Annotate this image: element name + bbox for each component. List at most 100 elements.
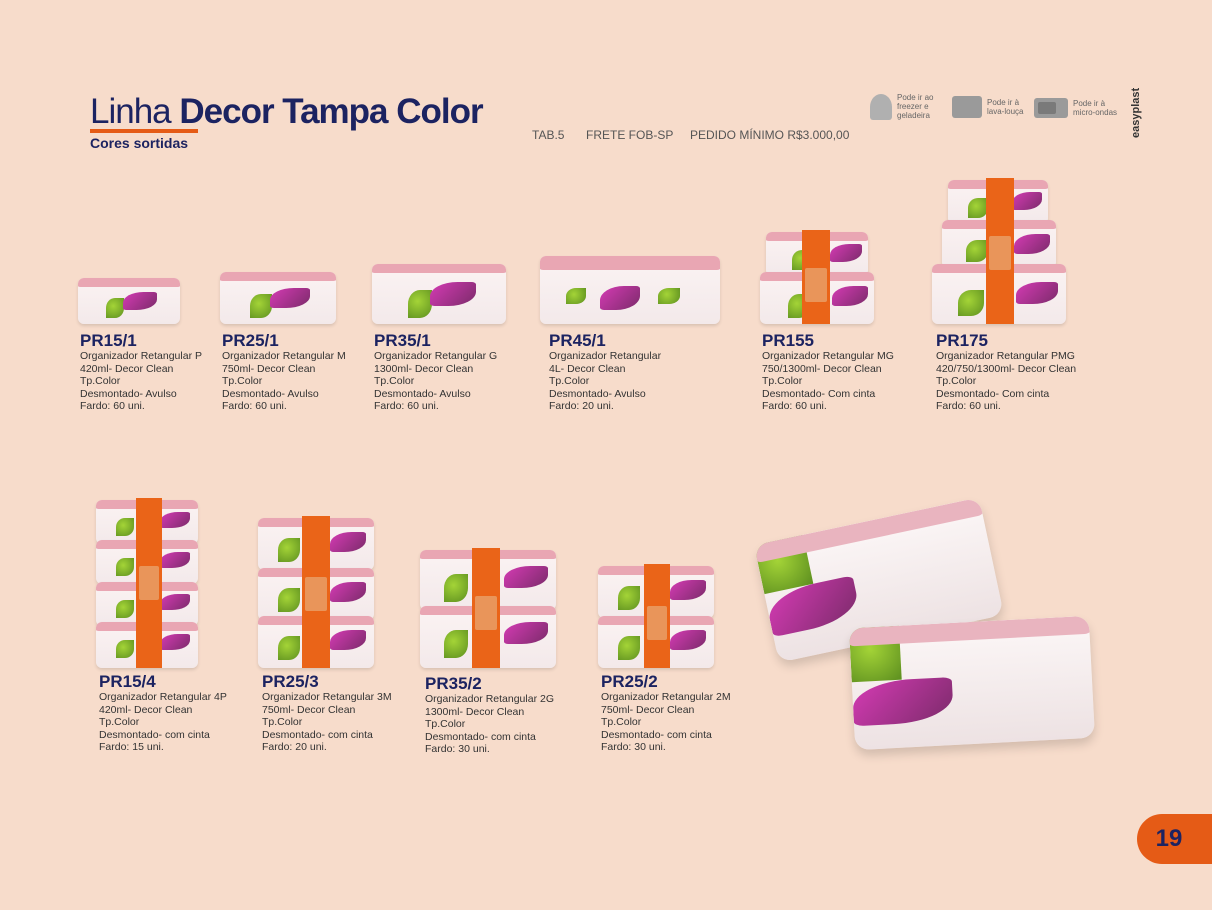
product-code: PR15/4 [99,672,156,691]
feature-dishwasher-line1: Pode ir à [987,98,1020,107]
feature-microwave: Pode ir à micro-ondas [1034,98,1125,118]
product-desc-line: Organizador Retangular 4P [99,691,227,703]
product-image-pr45-1 [540,256,720,324]
product-desc-line: Organizador Retangular P [80,350,202,362]
product-desc-line: Organizador Retangular 2M [601,691,731,703]
product-code: PR15/1 [80,331,137,350]
product-desc-line: Tp.Color [762,375,803,387]
brand-logo: easyplast [1130,87,1142,138]
product-pr15-4: PR15/4 Organizador Retangular 4P 420ml- D… [99,672,227,754]
product-desc-line: Tp.Color [936,375,977,387]
brand-band-pr25-3 [302,516,330,668]
brand-band-pr25-2 [644,564,670,668]
product-pr25-1: PR25/1 Organizador Retangular M 750ml- De… [222,331,346,413]
feature-dishwasher-line2: lava-louça [987,107,1024,116]
frete-label: FRETE FOB-SP [586,128,674,142]
product-desc-line: 1300ml- Decor Clean [425,705,525,718]
feature-freezer-line1: Pode ir ao [897,93,934,102]
dishwasher-icon [952,96,982,118]
product-desc-line: 420ml- Decor Clean [80,362,174,375]
product-desc-line: Desmontado- com cinta [99,728,210,741]
product-desc-line: Desmontado- Avulso [222,387,319,400]
feature-microwave-line2: micro-ondas [1073,108,1118,117]
product-desc-line: Desmontado- Com cinta [762,387,876,400]
product-pr35-2: PR35/2 Organizador Retangular 2G 1300ml- … [425,674,554,756]
page-number: 19 [1155,825,1183,852]
tab-label: TAB.5 [532,128,565,142]
product-code: PR25/2 [601,672,658,691]
product-desc-line: Fardo: 60 uni. [374,400,439,412]
product-desc-line: 750ml- Decor Clean [262,703,356,716]
product-desc-line: Organizador Retangular 2G [425,693,554,705]
brand-band-pr35-2 [472,548,500,668]
product-desc-line: Tp.Color [99,716,140,728]
product-desc-line: Fardo: 20 uni. [549,400,614,412]
product-code: PR25/1 [222,331,279,350]
product-code: PR45/1 [549,331,606,350]
product-pr15-1: PR15/1 Organizador Retangular P 420ml- De… [80,331,202,413]
product-desc-line: Tp.Color [425,718,466,730]
product-desc-line: Desmontado- com cinta [425,730,536,743]
product-desc-line: Fardo: 15 uni. [99,741,164,753]
brand-band-pr15-4 [136,498,162,668]
product-desc-line: 750/1300ml- Decor Clean [762,362,882,375]
product-desc-line: Tp.Color [262,716,303,728]
page-number-tab: 19 [1137,814,1212,864]
product-desc-line: Organizador Retangular 3M [262,691,392,703]
product-code: PR155 [762,331,814,350]
product-desc-line: 4L- Decor Clean [549,362,626,375]
feature-freezer-line2: freezer e [897,102,929,111]
product-image-pr15-1 [78,278,180,324]
product-desc-line: Tp.Color [549,375,590,387]
microwave-icon [1034,98,1068,118]
product-desc-line: Tp.Color [374,375,415,387]
product-desc-line: 420ml- Decor Clean [99,703,193,716]
feature-freezer-line3: geladeira [897,111,930,120]
product-desc-line: Organizador Retangular G [374,350,498,362]
product-desc-line: Organizador Retangular [549,350,662,362]
product-desc-line: Desmontado- Avulso [80,387,177,400]
brand-band-pr175 [986,178,1014,324]
title-light: Linha [90,92,180,131]
product-desc-line: Desmontado- Com cinta [936,387,1050,400]
product-desc-line: Fardo: 60 uni. [222,400,287,412]
product-desc-line: Organizador Retangular MG [762,350,894,362]
title-bold: Decor Tampa Color [179,92,483,131]
product-desc-line: Organizador Retangular M [222,350,346,362]
product-desc-line: Fardo: 20 uni. [262,741,327,753]
title-underline [90,129,198,133]
product-pr25-2: PR25/2 Organizador Retangular 2M 750ml- D… [601,672,731,754]
hero-product-image-2 [848,615,1096,751]
product-desc-line: Desmontado- com cinta [262,728,373,741]
product-desc-line: 750ml- Decor Clean [601,703,695,716]
brand-band-pr155 [802,230,830,324]
product-image-pr35-1 [372,264,506,324]
subtitle: Cores sortidas [90,135,189,151]
product-pr35-1: PR35/1 Organizador Retangular G 1300ml- D… [374,331,497,413]
product-pr45-1: PR45/1 Organizador Retangular 4L- Decor C… [549,331,661,413]
product-desc-line: Fardo: 60 uni. [762,400,827,412]
product-pr155: PR155 Organizador Retangular MG 750/1300m… [762,331,894,413]
product-desc-line: Fardo: 60 uni. [80,400,145,412]
product-image-pr25-1 [220,272,336,324]
product-pr175: PR175 Organizador Retangular PMG 420/750/… [936,331,1076,413]
product-desc-line: 420/750/1300ml- Decor Clean [936,362,1077,375]
feature-microwave-line1: Pode ir à [1073,99,1106,108]
product-code: PR35/2 [425,674,482,693]
product-desc-line: Desmontado- com cinta [601,728,712,741]
product-desc-line: Fardo: 30 uni. [601,741,666,753]
product-desc-line: Tp.Color [80,375,121,387]
product-desc-line: Tp.Color [222,375,263,387]
product-desc-line: Tp.Color [601,716,642,728]
product-desc-line: Desmontado- Avulso [549,387,646,400]
page-title: Linha Decor Tampa Color [90,92,484,132]
snowflake-freezer-icon [870,93,892,120]
product-desc-line: Organizador Retangular PMG [936,350,1075,362]
product-pr25-3: PR25/3 Organizador Retangular 3M 750ml- D… [262,672,392,754]
feature-dishwasher: Pode ir à lava-louça [952,96,1031,118]
product-desc-line: Fardo: 60 uni. [936,400,1001,412]
product-desc-line: Desmontado- Avulso [374,387,471,400]
product-code: PR35/1 [374,331,431,350]
product-code: PR175 [936,331,988,350]
product-code: PR25/3 [262,672,319,691]
